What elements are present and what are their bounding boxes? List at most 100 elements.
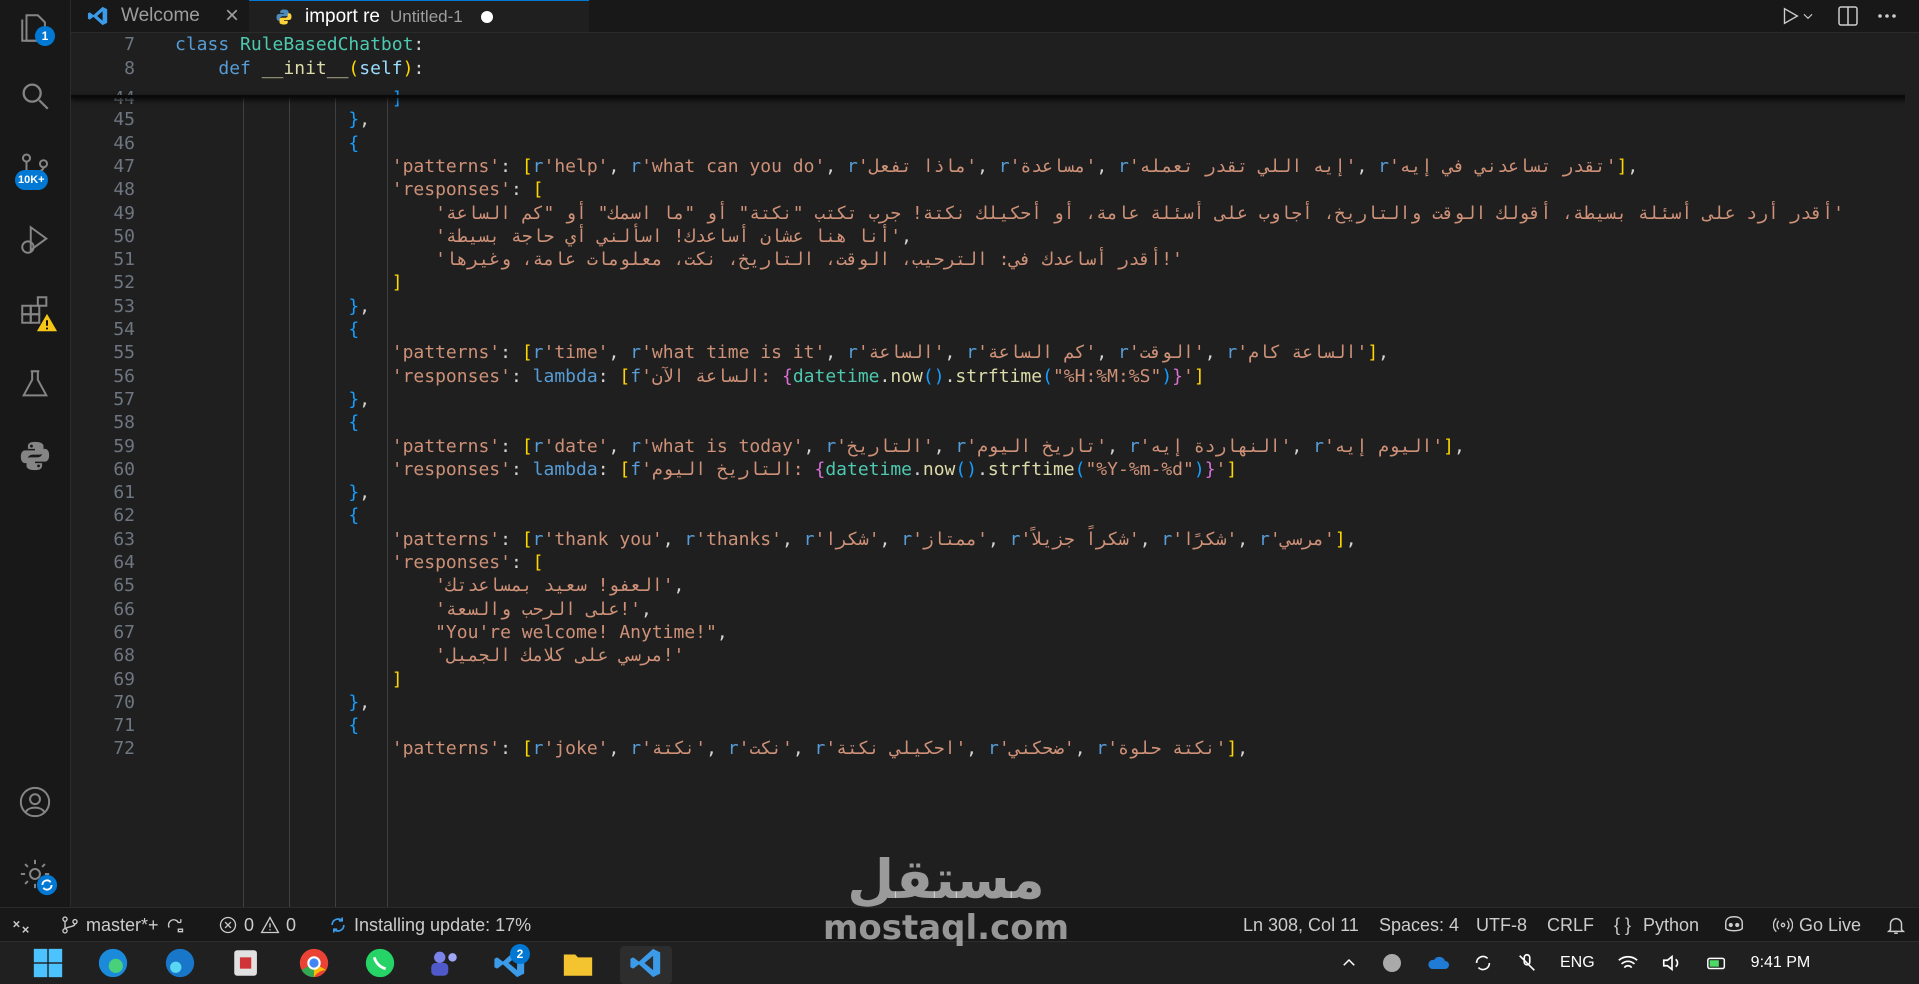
tab-welcome[interactable]: Welcome × [71,0,249,32]
vscode-logo-icon [87,6,108,26]
sticky-scroll-line[interactable]: 7 class RuleBasedChatbot: [71,33,1919,57]
tab-bar: Welcome × import re Untitled-1 [71,0,1919,33]
code-editor[interactable]: 44 ] 45 }, 46 {47 'patterns': [r'help', r'… [71,33,1919,907]
broadcast-icon [1773,917,1793,933]
edge-icon [98,948,128,978]
account-icon [19,786,51,818]
code-text: class RuleBasedChatbot: [175,34,425,55]
taskbar-badge: 2 [510,944,530,964]
chevron-up-icon[interactable] [1340,954,1358,972]
run-debug-icon [21,225,49,254]
indent-guide [387,97,388,907]
encoding[interactable]: UTF-8 [1476,908,1527,942]
edge-icon [165,948,195,978]
taskbar-app-active[interactable] [620,946,672,984]
folder-icon [563,954,593,976]
indent-guide [335,97,336,907]
system-tray: ENG 9:41 PM [1340,942,1810,984]
end-of-line[interactable]: CRLF [1547,908,1594,942]
eol-text: CRLF [1547,914,1595,935]
line-number: 8 [124,57,135,79]
run-debug-button[interactable] [0,212,70,268]
explorer-badge: 1 [35,26,55,46]
tab-label: Welcome [121,5,200,26]
line-number: 72 [113,738,135,760]
battery-icon[interactable] [1705,952,1729,974]
branch-name: master*+ [86,914,159,935]
sync-icon [331,917,345,933]
watermark: مستقل mostaql.com [806,848,1086,947]
taskbar-app[interactable]: 2 [490,944,530,984]
indentation[interactable]: Spaces: 4 [1379,908,1459,942]
go-live-button[interactable]: Go Live [1773,908,1861,942]
unsaved-dot-icon[interactable] [480,10,493,23]
python-file-icon [276,9,292,24]
sticky-scroll-line[interactable]: 8 def __init__(self): [71,56,1919,81]
language-indicator[interactable]: ENG [1560,954,1595,972]
tray-app-icon[interactable] [1380,951,1404,975]
onedrive-icon[interactable] [1426,951,1450,975]
wifi-icon[interactable] [1617,952,1639,974]
chevron-down-icon [1803,13,1813,20]
refresh-icon[interactable] [1472,952,1494,974]
python-icon [20,441,50,471]
close-icon[interactable]: × [225,2,239,30]
snipping-tool-icon [234,950,257,976]
sync-badge-icon [36,874,58,896]
taskbar-app[interactable] [294,946,334,984]
branch-status[interactable]: master*+ [60,908,185,942]
braces-icon: { } [1614,914,1632,935]
search-icon [22,83,49,110]
watermark-logo: مستقل [847,848,1045,911]
start-button[interactable] [28,946,68,984]
code-line[interactable]: 72 'patterns': [r'joke', r'نكتة', r'نكت'… [71,735,1919,763]
update-status[interactable]: Installing update: 17% [328,908,531,942]
cursor-position-text: Ln 308, Col 11 [1243,914,1359,935]
manage-button[interactable] [0,846,70,902]
code-text: def __init__(self): [218,57,425,79]
update-text: Installing update: 17% [354,914,532,935]
source-control-badge: 10K+ [15,170,48,190]
indent-guide [289,97,290,907]
split-editor-button[interactable] [1836,4,1860,32]
chrome-icon [299,948,329,978]
remote-button[interactable] [10,908,32,942]
search-button[interactable] [0,68,70,124]
accounts-button[interactable] [0,774,70,830]
tab-sublabel: Untitled-1 [389,6,463,26]
testing-button[interactable] [0,356,70,412]
microphone-muted-icon[interactable] [1516,952,1538,974]
source-control-button[interactable]: 10K+ [0,140,70,196]
more-actions-button[interactable] [1875,4,1899,32]
tab-untitled[interactable]: import re Untitled-1 [249,0,589,32]
language-text: Python [1643,914,1700,935]
line-number: 7 [124,34,135,55]
more-icon [1878,14,1896,18]
cursor-position[interactable]: Ln 308, Col 11 [1243,908,1359,942]
branch-icon [62,916,78,934]
volume-icon[interactable] [1661,952,1683,974]
taskbar-app[interactable] [424,946,464,984]
taskbar-app[interactable] [558,946,598,984]
activity-bar: 1 10K+ [0,0,71,907]
testing-icon [21,370,49,397]
copilot-icon [1725,916,1743,932]
copilot-button[interactable] [1722,908,1746,942]
taskbar-app[interactable] [360,946,400,984]
problems-status[interactable]: 0 0 [218,908,296,942]
teams-icon [431,951,457,976]
extensions-button[interactable] [0,282,70,338]
taskbar-app[interactable] [227,946,267,984]
notifications-button[interactable] [1885,908,1907,942]
error-icon [219,916,237,934]
taskbar-app[interactable] [160,946,200,984]
whatsapp-icon [365,948,395,978]
scrollbar[interactable] [1905,63,1919,907]
explorer-button[interactable]: 1 [0,0,70,56]
tab-label: import re [305,5,380,27]
python-button[interactable] [0,428,70,484]
language-mode[interactable]: { } Python [1614,908,1699,942]
clock[interactable]: 9:41 PM [1751,954,1811,972]
run-button[interactable] [1779,4,1825,28]
taskbar-app[interactable] [93,946,133,984]
